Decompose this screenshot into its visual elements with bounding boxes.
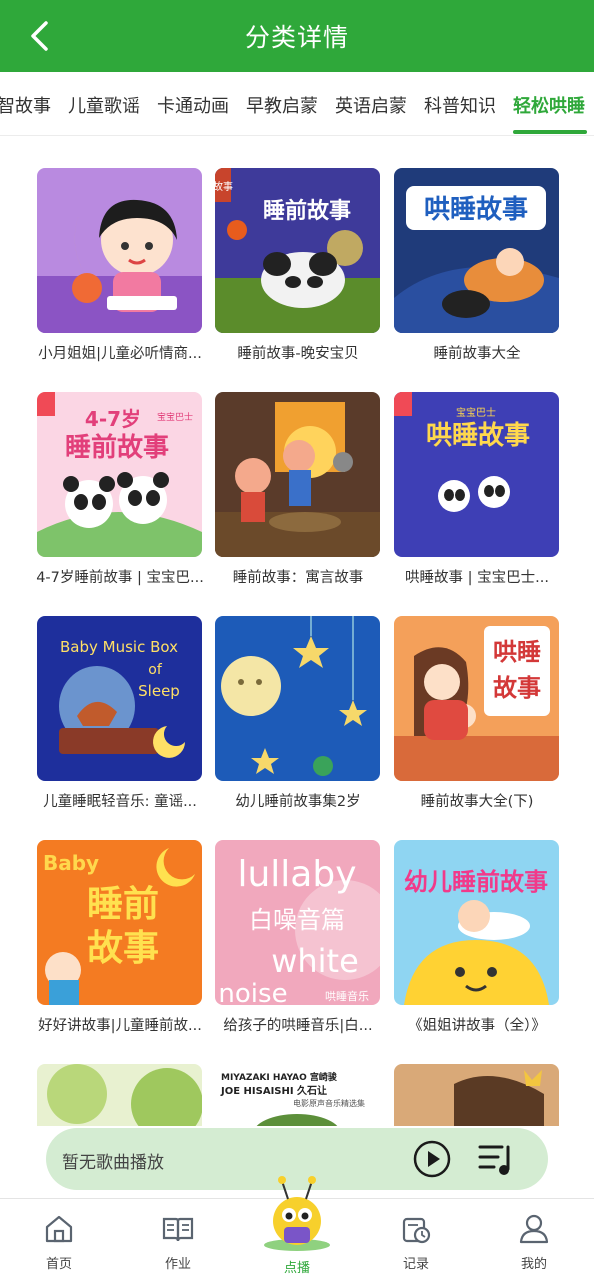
album-card[interactable]: [30, 1032, 210, 1126]
album-card[interactable]: lullaby 白噪音篇 white noise 哄睡音乐 给孩子的哄睡音乐|白…: [208, 808, 388, 1034]
chevron-left-icon: [31, 21, 48, 51]
tab-cartoon[interactable]: 卡通动画: [157, 92, 229, 118]
album-cover: Baby 睡前 故事: [37, 840, 202, 1005]
album-grid: 小月姐姐|儿童必听情商... 故事 睡前故事 睡前故事-晚安宝贝 哄睡故事 睡前…: [0, 136, 594, 1126]
nav-profile[interactable]: 我的: [494, 1213, 574, 1272]
cover-brand: 宝宝巴士: [157, 411, 193, 423]
bottom-nav: 首页 作业 点播 记录 我的: [0, 1176, 594, 1280]
tab-active-indicator: [513, 130, 587, 134]
album-cover: 幼儿睡前故事: [394, 840, 559, 1005]
nav-homework[interactable]: 作业: [138, 1213, 218, 1272]
tab-english[interactable]: 英语启蒙: [335, 92, 407, 118]
album-card[interactable]: 哄睡 故事 睡前故事大全(下): [387, 584, 567, 810]
album-card[interactable]: 幼儿睡前故事 《姐姐讲故事（全）》: [387, 808, 567, 1034]
album-cover: 哄睡故事: [394, 168, 559, 333]
album-cover: [215, 616, 380, 781]
album-card[interactable]: 小月姐姐|儿童必听情商...: [30, 136, 210, 362]
cover-title: 哄睡故事: [424, 195, 528, 225]
cover-title: 睡前故事: [263, 198, 351, 224]
album-card[interactable]: [387, 1032, 567, 1126]
album-cover: [37, 1064, 202, 1126]
cover-line4: noise: [218, 979, 287, 1005]
cover-line2: of: [148, 662, 163, 678]
nav-history-label: 记录: [402, 1257, 429, 1272]
album-cover: [394, 1064, 559, 1126]
cover-title: 哄睡故事: [426, 421, 530, 451]
cover-age: 4-7岁: [85, 407, 141, 431]
play-button[interactable]: [412, 1139, 452, 1179]
album-card[interactable]: 4-7岁 宝宝巴士 睡前故事 4-7岁睡前故事 | 宝宝巴...: [30, 360, 210, 586]
album-cover: 故事 睡前故事: [215, 168, 380, 333]
cover-line1: 睡前: [87, 884, 159, 925]
nav-on-demand-label: 点播: [283, 1261, 310, 1276]
cover-line1: lullaby: [237, 854, 356, 895]
book-icon: [162, 1217, 194, 1242]
tab-early-education[interactable]: 早教启蒙: [246, 92, 318, 118]
nav-history[interactable]: 记录: [376, 1213, 456, 1272]
cover-line2: JOE HISAISHI 久石让: [220, 1084, 327, 1097]
cover-line3: white: [271, 942, 359, 980]
user-icon: [519, 1214, 549, 1244]
cover-line3: 电影原声音乐精选集: [293, 1098, 365, 1108]
album-card[interactable]: 宝宝巴士 哄睡故事 哄睡故事 | 宝宝巴士...: [387, 360, 567, 586]
app-root: 分类详情 智故事 儿童歌谣 卡通动画 早教启蒙 英语启蒙 科普知识 轻松哄睡 小…: [0, 0, 594, 1280]
nav-on-demand[interactable]: 点播: [257, 1169, 337, 1276]
cover-tag: 哄睡音乐: [325, 989, 369, 1003]
nav-home-label: 首页: [45, 1257, 72, 1272]
cover-line1: MIYAZAKI HAYAO 宫崎骏: [221, 1071, 337, 1083]
history-icon: [402, 1217, 431, 1244]
play-icon: [413, 1140, 451, 1178]
cover-line2: 故事: [493, 674, 541, 702]
playlist-icon: [478, 1145, 510, 1175]
tab-story[interactable]: 智故事: [0, 92, 51, 118]
tab-science[interactable]: 科普知识: [424, 92, 496, 118]
tab-sleep[interactable]: 轻松哄睡: [513, 92, 585, 118]
category-tabs: 智故事 儿童歌谣 卡通动画 早教启蒙 英语启蒙 科普知识 轻松哄睡: [0, 72, 594, 136]
album-card[interactable]: 睡前故事：寓言故事: [208, 360, 388, 586]
album-cover: Baby Music Box of Sleep: [37, 616, 202, 781]
cover-title: 睡前故事: [65, 432, 169, 463]
album-cover: lullaby 白噪音篇 white noise 哄睡音乐: [215, 840, 380, 1005]
album-cover: [37, 168, 202, 333]
cover-line2: 白噪音篇: [249, 906, 345, 934]
album-cover: 4-7岁 宝宝巴士 睡前故事: [37, 392, 202, 557]
cover-tag: 故事: [215, 180, 233, 193]
cover-brand: 宝宝巴士: [456, 406, 496, 419]
album-card[interactable]: Baby Music Box of Sleep 儿童睡眠轻音乐: 童谣...: [30, 584, 210, 810]
album-card[interactable]: 故事 睡前故事 睡前故事-晚安宝贝: [208, 136, 388, 362]
nav-home[interactable]: 首页: [19, 1213, 99, 1272]
album-cover: 哄睡 故事: [394, 616, 559, 781]
album-card[interactable]: 哄睡故事 睡前故事大全: [387, 136, 567, 362]
album-cover: 宝宝巴士 哄睡故事: [394, 392, 559, 557]
cover-line1: 哄睡: [493, 638, 541, 666]
tab-songs[interactable]: 儿童歌谣: [68, 92, 140, 118]
cover-line2: 故事: [87, 928, 159, 969]
mascot-icon: [264, 1176, 330, 1251]
album-card[interactable]: MIYAZAKI HAYAO 宫崎骏 JOE HISAISHI 久石让 电影原声…: [208, 1032, 388, 1126]
cover-baby: Baby: [43, 851, 99, 875]
player-status: 暂无歌曲播放: [62, 1153, 164, 1173]
cover-line3: Sleep: [138, 682, 180, 700]
home-icon: [45, 1215, 73, 1243]
album-card[interactable]: 幼儿睡前故事集2岁: [208, 584, 388, 810]
album-cover: MIYAZAKI HAYAO 宫崎骏 JOE HISAISHI 久石让 电影原声…: [215, 1064, 380, 1126]
back-button[interactable]: [22, 18, 58, 54]
playlist-button[interactable]: [478, 1141, 516, 1177]
cover-line1: Baby Music Box: [60, 638, 178, 656]
header-bar: 分类详情: [0, 0, 594, 72]
cover-title: 幼儿睡前故事: [404, 868, 548, 896]
album-cover: [215, 392, 380, 557]
album-card[interactable]: Baby 睡前 故事 好好讲故事|儿童睡前故...: [30, 808, 210, 1034]
nav-profile-label: 我的: [520, 1257, 547, 1272]
page-title: 分类详情: [244, 23, 349, 52]
nav-homework-label: 作业: [164, 1257, 191, 1272]
